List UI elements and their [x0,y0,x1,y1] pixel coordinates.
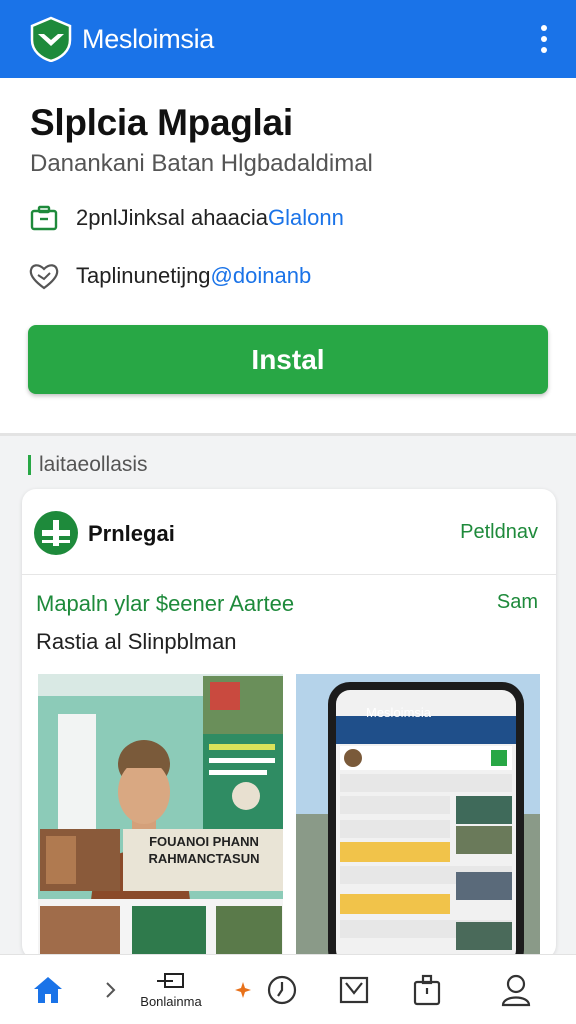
nav-home[interactable] [30,955,66,1024]
bottom-nav: Bonlainma [0,954,576,1024]
card-description: Rastia al Slinpblman [36,629,237,654]
nav-messages-label: Bonlainma [140,993,202,1009]
card-header: Prnlegai Petldnav [22,489,556,575]
nav-bag[interactable] [409,955,445,1024]
card-headline-tag[interactable]: Sam [497,591,538,614]
info-row-rating[interactable]: Taplinunetijng @doinanb [28,260,311,292]
clock-icon [267,975,297,1005]
chevron-right-icon [106,982,116,998]
info-row-rating-link[interactable]: @doinanb [211,263,312,289]
phone-title: Mesloimsia [366,705,432,720]
nav-messages[interactable]: Bonlainma [130,955,212,1024]
bag-icon [413,974,441,1006]
info-row-developer-link[interactable]: Glalonn [268,205,344,231]
nav-next[interactable] [100,955,120,1024]
screenshot-right[interactable]: Mesloimsia [296,674,540,959]
card-app-name: Prnlegai [88,521,175,546]
card-headline: Mapaln ylar $eener Aartee [36,591,295,616]
more-vert-icon[interactable] [532,22,556,56]
home-icon [34,977,62,1003]
screenshot-left-illustration [38,674,283,959]
person-icon [501,974,531,1007]
nav-sparkle[interactable] [231,955,255,1024]
message-icon [157,972,184,988]
section-title: laitaeollasis [39,453,148,476]
briefcase-icon [28,202,60,234]
sparkle-icon [235,982,251,998]
info-row-developer-text: 2pnlJinksal ahaacia [76,205,269,230]
info-row-rating-text: Taplinunetijng [76,263,211,288]
nav-inbox[interactable] [336,955,372,1024]
app-name: Slplcia Mpaglai [30,102,293,143]
app-bar-title: Mesloimsia [82,23,215,54]
top-app-bar: Mesloimsia [0,0,576,78]
heart-icon [28,260,60,292]
section-accent-bar [28,455,31,475]
shield-logo-icon [30,16,72,62]
info-row-developer[interactable]: 2pnlJinksal ahaacia Glalonn [28,202,344,234]
nav-recent[interactable] [264,955,300,1024]
inbox-icon [339,976,369,1004]
app-subtitle: Danankani Batan Hlgbadaldimal [30,150,373,177]
install-button[interactable]: Instal [28,325,548,394]
poster-text: FOUANOI PHANN RAHMANCTASUN [148,834,260,866]
app-card[interactable]: Prnlegai Petldnav Mapaln ylar $eener Aar… [22,489,556,959]
card-action-link[interactable]: Petldnav [460,521,538,544]
card-logo-icon [34,511,78,555]
section-header: laitaeollasis [28,453,148,477]
nav-profile[interactable] [498,955,534,1024]
screenshot-left[interactable]: FOUANOI PHANN RAHMANCTASUN [38,674,283,959]
app-header: Slplcia Mpaglai Danankani Batan Hlgbadal… [0,78,576,433]
related-section: laitaeollasis Prnlegai Petldnav Mapaln y… [0,436,576,959]
